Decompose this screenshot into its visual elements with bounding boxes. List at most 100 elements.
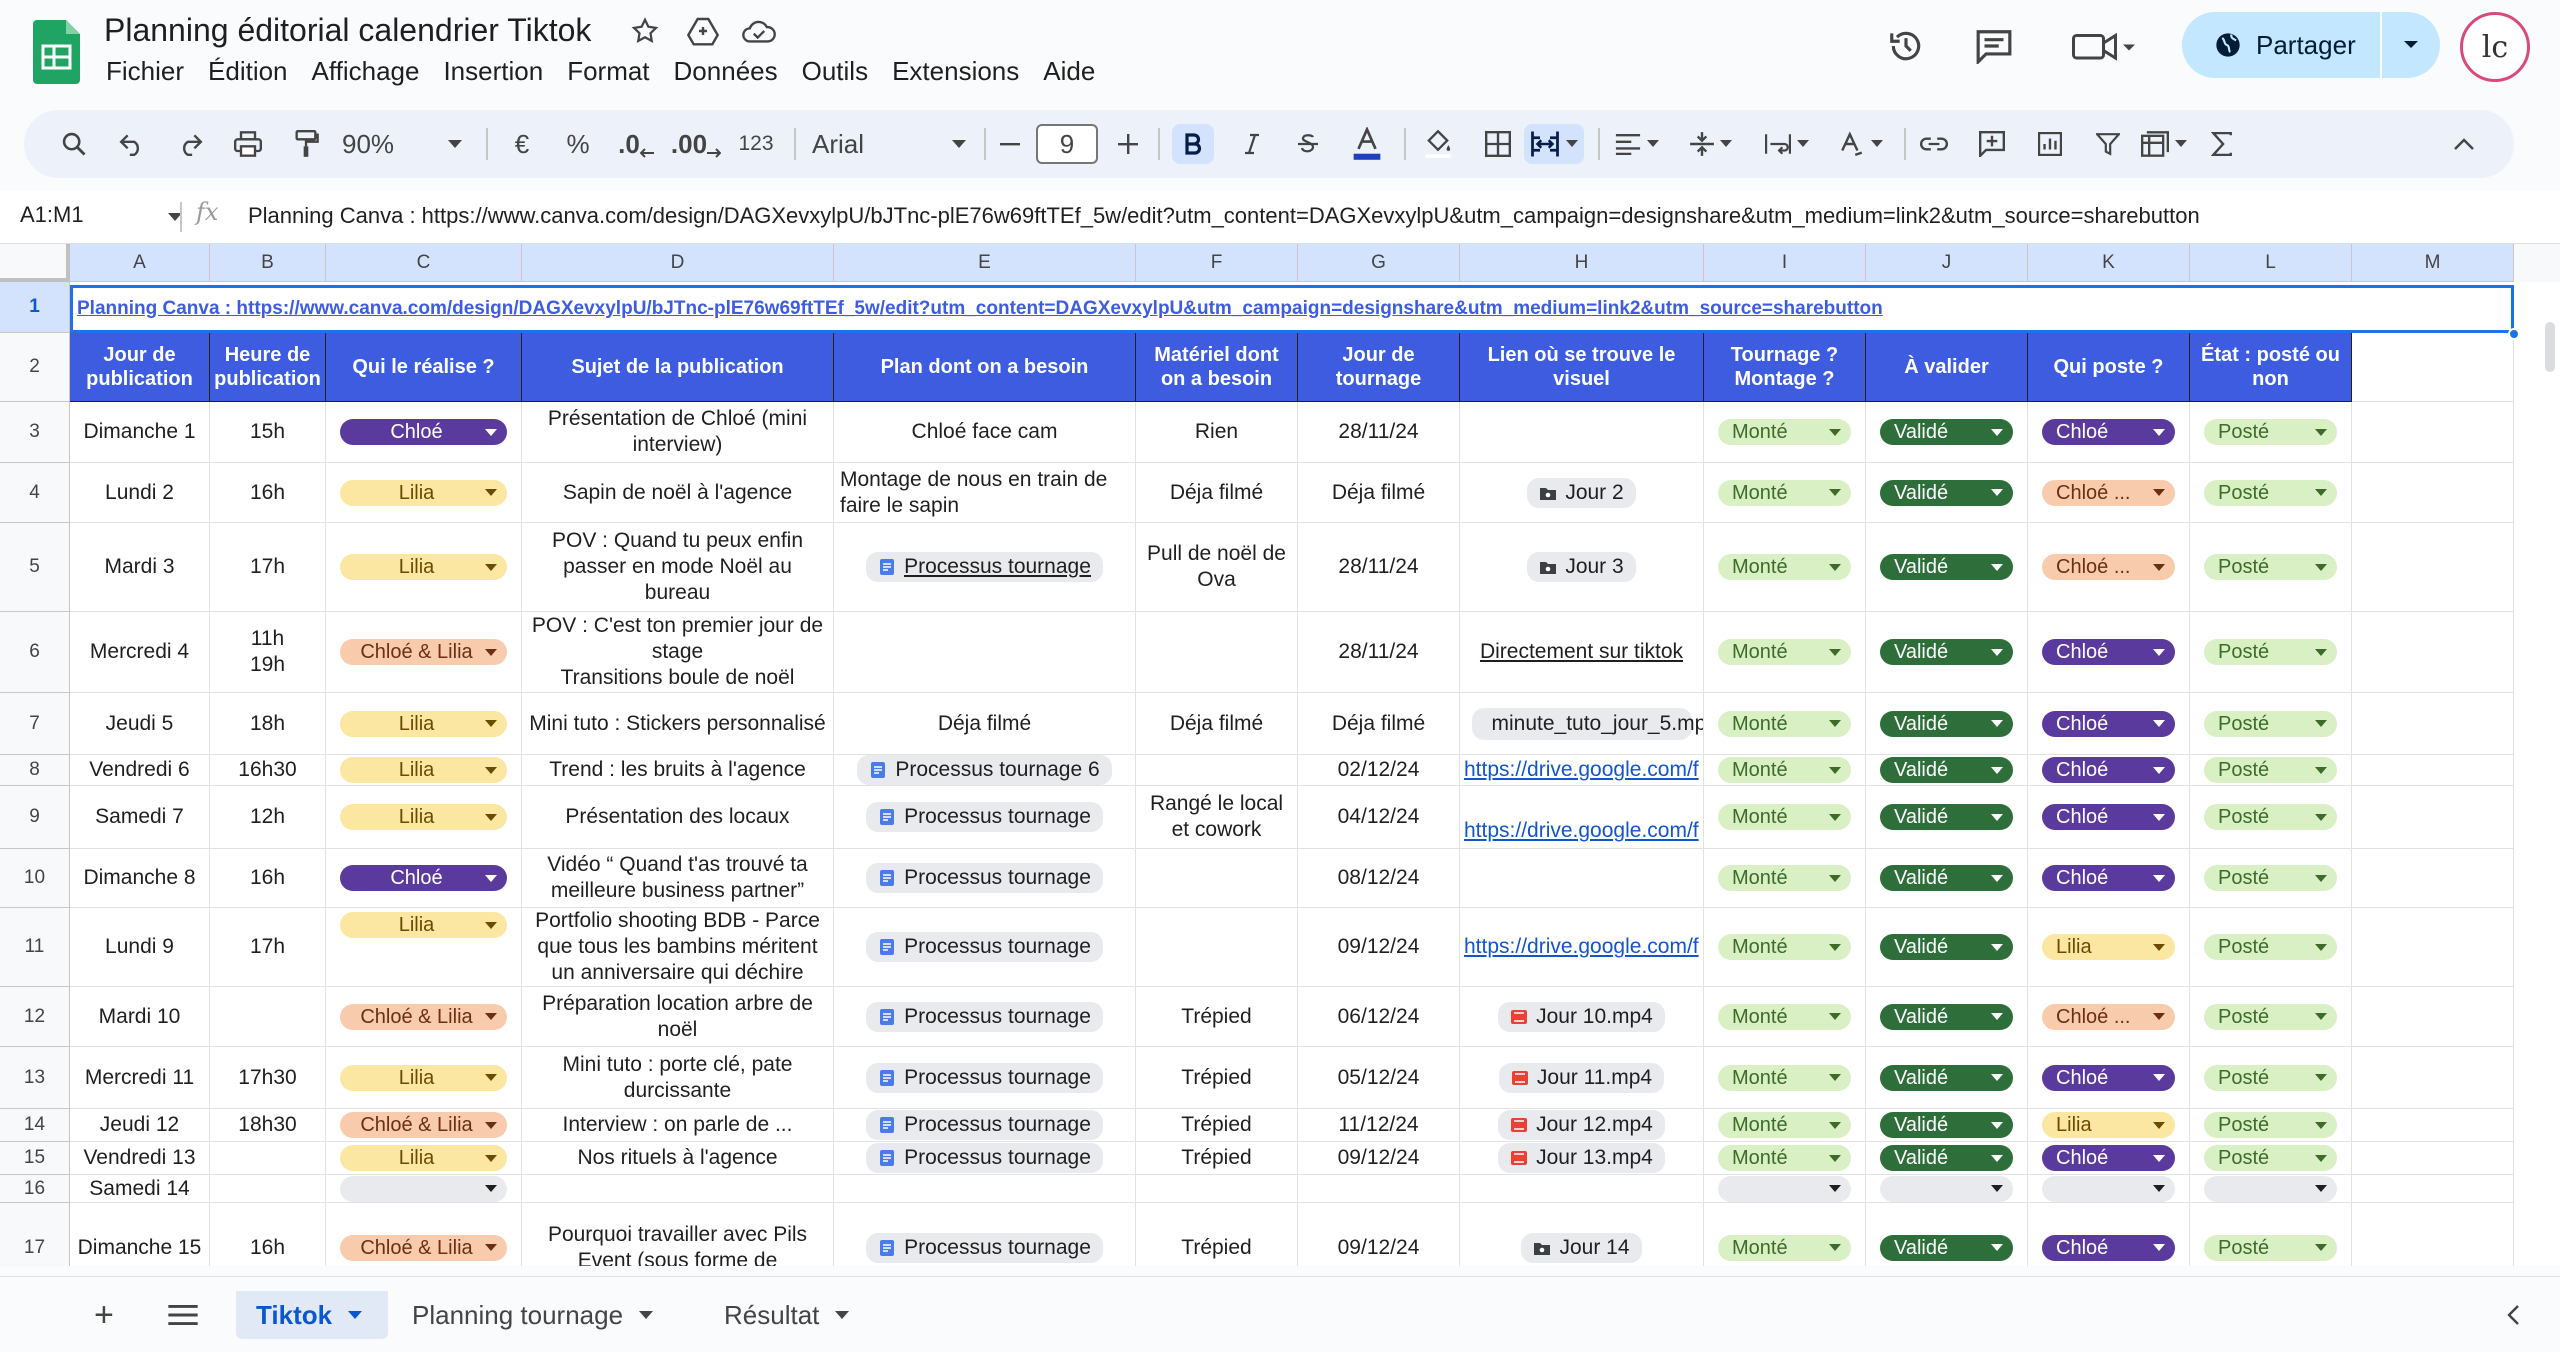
cell[interactable]: Mercredi 4 xyxy=(70,612,210,693)
cell[interactable]: Pourquoi travailler avec Pils Event (sou… xyxy=(522,1203,834,1266)
assignee-dropdown[interactable]: Chloé xyxy=(340,865,507,891)
cell[interactable]: Processus tournage xyxy=(834,987,1136,1047)
posted-status-dropdown[interactable]: Posté xyxy=(2204,1145,2337,1171)
cell[interactable]: Mercredi 11 xyxy=(70,1047,210,1109)
cell[interactable]: Chloé ... xyxy=(2028,987,2190,1047)
assignee-dropdown[interactable]: Lilia xyxy=(340,554,507,580)
column-header[interactable]: I xyxy=(1704,244,1866,282)
cell[interactable] xyxy=(326,1175,522,1203)
cell[interactable]: Portfolio shooting BDB - Parce que tous … xyxy=(522,908,834,987)
row-header[interactable]: 8 xyxy=(0,755,70,786)
cell[interactable] xyxy=(2190,1175,2352,1203)
cell[interactable]: Posté xyxy=(2190,1047,2352,1109)
row-header[interactable]: 2 xyxy=(0,333,70,402)
cell[interactable]: Chloé xyxy=(2028,1203,2190,1266)
cell[interactable]: Déja filmé xyxy=(1298,693,1460,755)
cell[interactable]: Processus tournage xyxy=(834,849,1136,908)
row-header[interactable]: 11 xyxy=(0,908,70,987)
file-chip[interactable]: Jour 10.mp4 xyxy=(1498,1001,1665,1032)
validation-dropdown[interactable] xyxy=(1880,1175,2013,1202)
assignee-dropdown[interactable]: Lilia xyxy=(340,1064,507,1091)
cell[interactable]: 15h xyxy=(210,402,326,463)
cell[interactable]: Validé xyxy=(1866,693,2028,755)
doc-link-chip[interactable]: Processus tournage xyxy=(866,1143,1103,1173)
menu-donnees[interactable]: Données xyxy=(662,56,790,87)
cell[interactable]: Jeudi 12 xyxy=(70,1109,210,1142)
cell[interactable]: Mini tuto : porte clé, pate durcissante xyxy=(522,1047,834,1109)
table-header-cell[interactable]: Tournage ? Montage ? xyxy=(1704,333,1866,402)
cell[interactable] xyxy=(834,612,1136,693)
cell[interactable]: Lilia xyxy=(2028,1109,2190,1142)
menu-fichier[interactable]: Fichier xyxy=(94,56,196,87)
cell[interactable]: Rangé le local et cowork xyxy=(1136,786,1298,849)
cell[interactable]: Monté xyxy=(1704,463,1866,523)
cell[interactable]: Lilia xyxy=(326,755,522,786)
cell[interactable]: Processus tournage xyxy=(834,1203,1136,1266)
cell[interactable]: Monté xyxy=(1704,849,1866,908)
cell[interactable]: Posté xyxy=(2190,987,2352,1047)
menu-insertion[interactable]: Insertion xyxy=(431,56,555,87)
share-main[interactable]: Partager xyxy=(2182,12,2380,78)
move-to-drive-icon[interactable] xyxy=(686,14,720,48)
poster-dropdown[interactable]: Chloé xyxy=(2042,419,2175,445)
cell[interactable]: Processus tournage xyxy=(834,523,1136,612)
column-header[interactable]: M xyxy=(2352,244,2514,282)
cell[interactable]: 05/12/24 xyxy=(1298,1047,1460,1109)
cell[interactable]: Chloé ... xyxy=(2028,523,2190,612)
cell[interactable]: Trépied xyxy=(1136,1142,1298,1175)
column-header[interactable]: C xyxy=(326,244,522,282)
sheets-logo-icon[interactable] xyxy=(33,20,80,84)
cell[interactable]: Chloé & Lilia xyxy=(326,1109,522,1142)
cell[interactable]: Monté xyxy=(1704,908,1866,987)
cell[interactable]: Samedi 7 xyxy=(70,786,210,849)
cell[interactable]: 16h xyxy=(210,463,326,523)
doc-link-chip[interactable]: Processus tournage xyxy=(866,932,1103,962)
table-header-cell[interactable]: Qui poste ? xyxy=(2028,333,2190,402)
row-header[interactable]: 6 xyxy=(0,612,70,693)
cell[interactable]: Vendredi 6 xyxy=(70,755,210,786)
menu-format[interactable]: Format xyxy=(555,56,661,87)
cell[interactable]: 09/12/24 xyxy=(1298,1142,1460,1175)
cell[interactable]: Processus tournage xyxy=(834,786,1136,849)
doc-link-chip[interactable]: Processus tournage xyxy=(866,1110,1103,1140)
assignee-dropdown[interactable]: Chloé & Lilia xyxy=(340,639,507,665)
poster-dropdown[interactable]: Chloé ... xyxy=(2042,1003,2175,1030)
cell[interactable]: 11h 19h xyxy=(210,612,326,693)
posted-status-dropdown[interactable]: Posté xyxy=(2204,639,2337,665)
cell[interactable]: Jour 13.mp4 xyxy=(1460,1142,1704,1175)
cell[interactable]: Lundi 2 xyxy=(70,463,210,523)
cell[interactable]: Mardi 3 xyxy=(70,523,210,612)
row-header[interactable]: 17 xyxy=(0,1203,70,1266)
star-icon[interactable] xyxy=(628,14,662,48)
poster-dropdown[interactable]: Lilia xyxy=(2042,934,2175,960)
text-color-icon[interactable] xyxy=(1346,124,1388,164)
tournage-status-dropdown[interactable]: Monté xyxy=(1718,1234,1851,1261)
add-sheet-icon[interactable]: + xyxy=(74,1291,134,1339)
column-header[interactable]: D xyxy=(522,244,834,282)
cell[interactable]: Monté xyxy=(1704,987,1866,1047)
cell[interactable]: 06/12/24 xyxy=(1298,987,1460,1047)
cell[interactable]: Trépied xyxy=(1136,1203,1298,1266)
insert-link-icon[interactable] xyxy=(1914,124,1954,164)
validation-dropdown[interactable]: Validé xyxy=(1880,419,2013,445)
poster-dropdown[interactable]: Chloé ... xyxy=(2042,479,2175,506)
table-header-cell[interactable]: Qui le réalise ? xyxy=(326,333,522,402)
cell[interactable]: Posté xyxy=(2190,1203,2352,1266)
validation-dropdown[interactable]: Validé xyxy=(1880,479,2013,506)
validation-dropdown[interactable]: Validé xyxy=(1880,1145,2013,1171)
row-header[interactable]: 4 xyxy=(0,463,70,523)
cell[interactable]: 08/12/24 xyxy=(1298,849,1460,908)
cell[interactable]: Processus tournage 6 xyxy=(834,755,1136,786)
table-header-cell[interactable]: Sujet de la publication xyxy=(522,333,834,402)
cell[interactable]: Processus tournage xyxy=(834,1047,1136,1109)
column-header[interactable]: A xyxy=(70,244,210,282)
cell[interactable] xyxy=(2352,463,2514,523)
validation-dropdown[interactable]: Validé xyxy=(1880,1003,2013,1030)
font-size-input[interactable]: 9 xyxy=(1036,124,1098,164)
posted-status-dropdown[interactable]: Posté xyxy=(2204,865,2337,891)
cell[interactable]: Interview : on parle de ... xyxy=(522,1109,834,1142)
validation-dropdown[interactable]: Validé xyxy=(1880,710,2013,737)
cell[interactable] xyxy=(1460,1175,1704,1203)
cell[interactable]: Lilia xyxy=(326,693,522,755)
cell[interactable] xyxy=(2352,1047,2514,1109)
